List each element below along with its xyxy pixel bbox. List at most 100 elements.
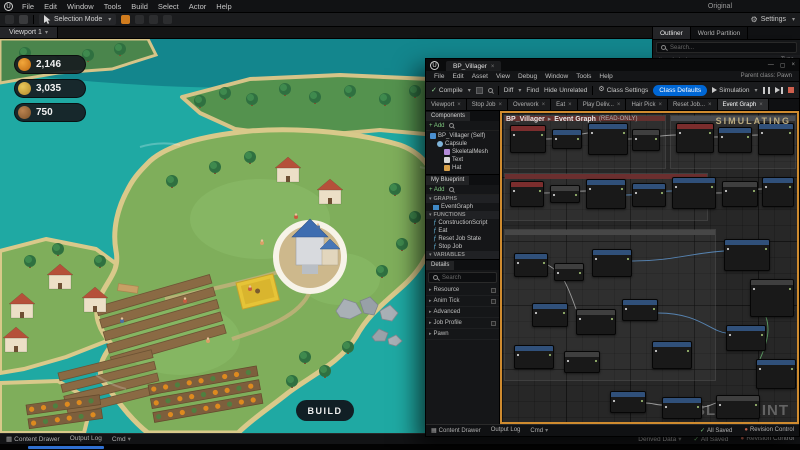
class-defaults-button[interactable]: Class Defaults	[653, 84, 708, 96]
graph-node[interactable]	[672, 177, 716, 209]
content-browser-icon[interactable]	[19, 15, 28, 24]
pause-button[interactable]	[763, 86, 770, 94]
menu-tools[interactable]: Tools	[99, 1, 127, 12]
doc-tab-play-deliv[interactable]: Play Deliv... ×	[577, 99, 627, 110]
add-blueprint-item-button[interactable]: + Add	[429, 187, 445, 193]
blueprints-icon[interactable]	[149, 15, 159, 24]
panel-tab-world-partition[interactable]: World Partition	[691, 27, 749, 39]
bp-menu-edit[interactable]: Edit	[448, 72, 467, 81]
close-tab-icon[interactable]: ×	[617, 102, 621, 108]
browse-icon[interactable]	[487, 87, 493, 93]
details-category-pawn[interactable]: ▸ Pawn	[426, 329, 499, 340]
component-capsule[interactable]: Capsule	[426, 140, 499, 148]
resource-counter-pumpkin[interactable]: 2,146	[14, 55, 86, 74]
close-tab-icon[interactable]: ×	[498, 102, 502, 108]
graph-node[interactable]	[726, 325, 766, 351]
hide-unrelated-button[interactable]: Hide Unrelated	[544, 87, 587, 94]
graph-node[interactable]	[652, 341, 692, 369]
add-component-button[interactable]: + Add	[429, 123, 445, 129]
doc-tab-reset-job[interactable]: Reset Job... ×	[667, 99, 718, 110]
graph-node[interactable]	[676, 123, 714, 153]
graph-node[interactable]	[610, 391, 646, 413]
close-icon[interactable]: ×	[491, 64, 495, 70]
search-icon[interactable]	[448, 187, 454, 192]
graph-node[interactable]	[532, 303, 568, 327]
breadcrumb-current[interactable]: Event Graph	[554, 116, 596, 123]
status-cmd[interactable]: Cmd	[112, 435, 131, 443]
graph-node[interactable]	[756, 359, 796, 389]
viewport-tab[interactable]: Viewport 1	[0, 27, 58, 38]
event-graph[interactable]: BP_Villager ▸ Event Graph (READ-ONLY) SI…	[500, 111, 799, 424]
graph-node[interactable]	[514, 253, 548, 277]
resource-counter-wheat[interactable]: 3,035	[14, 79, 86, 98]
graph-node[interactable]	[718, 127, 752, 153]
bp-menu-view[interactable]: View	[492, 72, 514, 81]
selection-mode-dropdown[interactable]: Selection Mode	[39, 14, 117, 25]
doc-tab-overwork[interactable]: Overwork ×	[507, 99, 552, 110]
blueprint-item-eventgraph[interactable]: EventGraph	[426, 203, 499, 211]
graph-node[interactable]	[576, 309, 616, 335]
checkbox[interactable]	[491, 287, 496, 293]
components-tab[interactable]: Components	[426, 112, 471, 121]
bp-menu-asset[interactable]: Asset	[468, 72, 492, 81]
menu-window[interactable]: Window	[62, 1, 99, 12]
component-bp-villager-self[interactable]: BP_Villager (Self)	[426, 132, 499, 140]
details-search[interactable]: Search	[428, 272, 497, 283]
panel-tab-outliner[interactable]: Outliner	[653, 27, 691, 39]
graph-node[interactable]	[514, 345, 554, 369]
graph-node[interactable]	[716, 395, 760, 419]
section-graphs[interactable]: ▾ GRAPHS	[426, 195, 499, 203]
checkbox[interactable]	[491, 298, 496, 304]
doc-tab-stop-job[interactable]: Stop Job ×	[466, 99, 508, 110]
doc-tab-eat[interactable]: Eat ×	[551, 99, 578, 110]
close-icon[interactable]: ×	[791, 62, 795, 69]
details-category-anim-tick[interactable]: ▸ Anim Tick	[426, 296, 499, 307]
bp-menu-window[interactable]: Window	[541, 72, 572, 81]
status-content-drawer[interactable]: Content Drawer	[6, 435, 60, 443]
blueprint-item-eat[interactable]: ƒ Eat	[426, 227, 499, 235]
outliner-search[interactable]: Search...	[656, 42, 797, 53]
diff-button[interactable]: Diff	[504, 87, 522, 94]
graph-node[interactable]	[588, 123, 628, 155]
bp-status-all-saved[interactable]: All Saved	[700, 427, 732, 434]
build-button[interactable]: BUILD	[296, 400, 354, 421]
section-variables[interactable]: ▾ VARIABLES	[426, 251, 499, 259]
details-category-job-profile[interactable]: ▸ Job Profile	[426, 318, 499, 329]
my-blueprint-tab[interactable]: My Blueprint	[426, 176, 470, 185]
doc-tab-event-graph[interactable]: Event Graph ×	[717, 99, 769, 110]
graph-node[interactable]	[510, 181, 544, 207]
doc-tab-viewport[interactable]: Viewport ×	[426, 99, 467, 110]
maximize-icon[interactable]: ▢	[780, 62, 786, 69]
menu-help[interactable]: Help	[211, 1, 236, 12]
bp-status-revision-control[interactable]: Revision Control	[744, 427, 794, 434]
blueprint-item-stop-job[interactable]: ƒ Stop Job	[426, 243, 499, 251]
status-output-log[interactable]: Output Log	[70, 435, 102, 443]
graph-node[interactable]	[552, 129, 582, 149]
graph-node[interactable]	[622, 299, 658, 321]
simulation-button[interactable]: Simulation	[712, 87, 757, 94]
close-tab-icon[interactable]: ×	[658, 102, 662, 108]
graph-node[interactable]	[632, 183, 666, 207]
graph-node[interactable]	[550, 185, 580, 203]
bp-menu-help[interactable]: Help	[595, 72, 616, 81]
close-tab-icon[interactable]: ×	[568, 102, 572, 108]
component-skeletalmesh[interactable]: SkeletalMesh	[426, 148, 499, 156]
bp-menu-debug[interactable]: Debug	[514, 72, 541, 81]
graph-node[interactable]	[758, 123, 794, 155]
details-category-advanced[interactable]: ▸ Advanced	[426, 307, 499, 318]
details-category-resource[interactable]: ▸ Resource	[426, 285, 499, 296]
graph-node[interactable]	[586, 179, 626, 209]
save-all-icon[interactable]	[5, 15, 14, 24]
blueprint-item-constructionscript[interactable]: ƒ ConstructionScript	[426, 219, 499, 227]
settings-dropdown[interactable]: ⚙ Settings	[751, 15, 795, 24]
graph-node[interactable]	[632, 129, 660, 151]
close-tab-icon[interactable]: ×	[759, 102, 763, 108]
section-functions[interactable]: ▾ FUNCTIONS	[426, 211, 499, 219]
details-tab[interactable]: Details	[426, 261, 455, 270]
doc-tab-hair-pick[interactable]: Hair Pick ×	[626, 99, 668, 110]
graph-node[interactable]	[592, 249, 632, 277]
bp-status-content-drawer[interactable]: Content Drawer	[431, 427, 481, 434]
unreal-logo-icon[interactable]: U	[4, 1, 13, 11]
menu-select[interactable]: Select	[153, 1, 184, 12]
close-tab-icon[interactable]: ×	[457, 102, 461, 108]
